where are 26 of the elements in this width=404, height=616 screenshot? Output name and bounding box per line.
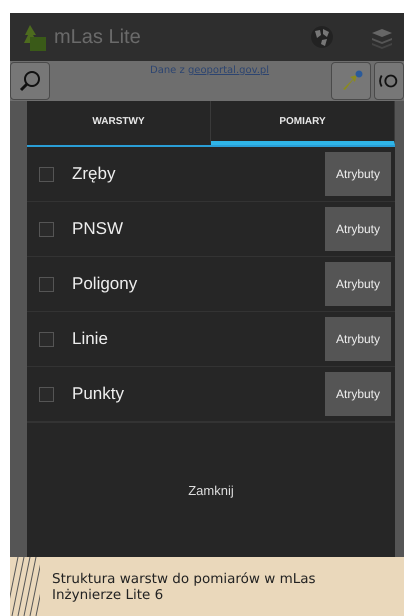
map-attribution: Dane z geoportal.gov.pl [150, 65, 270, 76]
attributes-button[interactable]: Atrybuty [325, 207, 391, 251]
figure-caption: Struktura warstw do pomiarów w mLas Inżynierze Lite 6 [52, 570, 317, 602]
checkbox[interactable] [39, 166, 54, 182]
app-title: mLas Lite [54, 26, 141, 48]
attributes-button[interactable]: Atrybuty [325, 262, 391, 306]
checkbox[interactable] [39, 332, 54, 346]
checkbox[interactable] [39, 222, 54, 236]
attributes-button[interactable]: Atrybuty [325, 152, 391, 196]
locate-button[interactable] [331, 62, 371, 100]
checkbox[interactable] [39, 386, 54, 402]
dialog-tab[interactable]: POMIARY [211, 101, 395, 145]
attributes-button[interactable]: Atrybuty [325, 372, 391, 416]
layer-name: Poligony [72, 274, 138, 294]
layer-name: Zręby [72, 164, 116, 184]
dialog-tab[interactable]: WARSTWY [27, 101, 211, 145]
tree-logo-icon [22, 23, 46, 51]
checkbox[interactable] [39, 276, 54, 292]
layer-name: Punkty [72, 384, 125, 404]
globe-icon[interactable] [310, 25, 334, 49]
gps-button[interactable] [374, 62, 404, 100]
layer-name: Linie [72, 329, 109, 349]
search-button[interactable] [10, 62, 50, 100]
layer-name: PNSW [72, 219, 124, 239]
search-icon [18, 69, 42, 93]
attributes-button[interactable]: Atrybuty [325, 317, 391, 361]
